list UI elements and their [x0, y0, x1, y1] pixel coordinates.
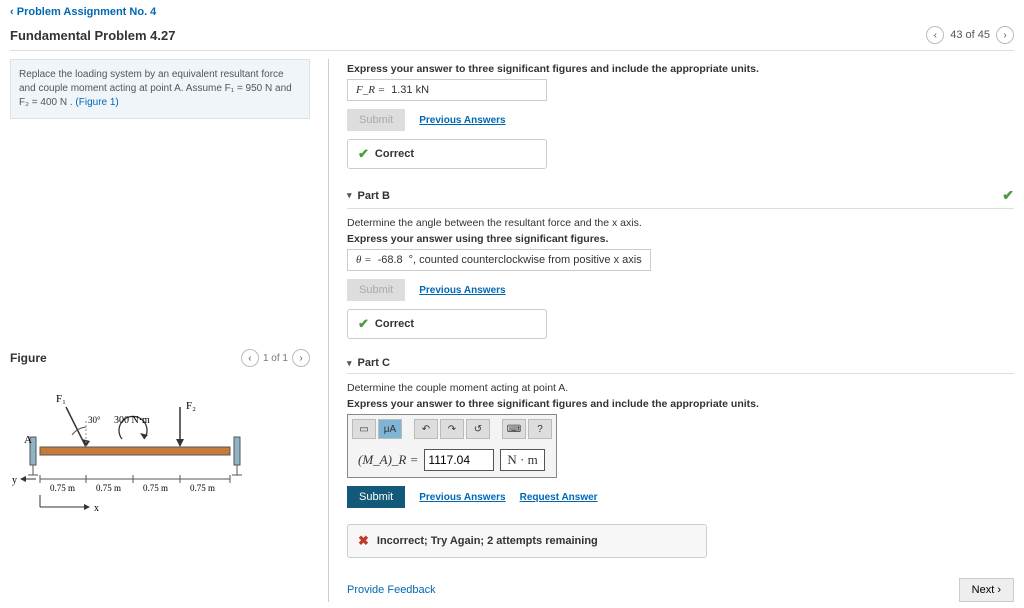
partb-symbol: θ =	[356, 254, 372, 266]
next-problem-button[interactable]: ›	[996, 26, 1014, 44]
parta-prev-answers-link[interactable]: Previous Answers	[419, 115, 505, 126]
svg-text:x: x	[94, 503, 99, 514]
partc-answer-panel: ▭ μA ↶ ↷ ↺ ⌨ ? (M_A)_R = N · m	[347, 414, 557, 478]
progress-text: 43 of 45	[950, 29, 990, 41]
tool-redo-icon[interactable]: ↷	[440, 419, 464, 439]
partb-instr: Express your answer using three signific…	[347, 233, 1014, 245]
tool-keyboard-icon[interactable]: ⌨	[502, 419, 526, 439]
partc-feedback-text: Incorrect; Try Again; 2 attempts remaini…	[377, 535, 598, 547]
tool-undo-icon[interactable]: ↶	[414, 419, 438, 439]
svg-text:30°: 30°	[88, 415, 101, 425]
figure-diagram: F₁ 30° F₂ 300 N·m A y 0.	[10, 367, 270, 517]
figure-label: Figure	[10, 351, 47, 365]
partb-answer-display: θ = -68.8 °, counted counterclockwise fr…	[347, 249, 651, 271]
svg-text:A: A	[24, 434, 32, 446]
figure-pos: 1 of 1	[263, 353, 288, 364]
tool-help-icon[interactable]: ?	[528, 419, 552, 439]
partc-submit-button[interactable]: Submit	[347, 486, 405, 508]
partb-submit-button: Submit	[347, 279, 405, 301]
cross-icon: ✖	[358, 533, 369, 549]
prev-problem-button[interactable]: ‹	[926, 26, 944, 44]
partc-title: Part C	[358, 357, 390, 369]
parta-feedback-text: Correct	[375, 148, 414, 160]
page-title: Fundamental Problem 4.27	[10, 28, 175, 43]
tool-template-icon[interactable]: ▭	[352, 419, 376, 439]
progress-nav: ‹ 43 of 45 ›	[926, 26, 1014, 44]
partc-symbol: (M_A)_R =	[358, 452, 418, 468]
svg-text:F₁: F₁	[56, 393, 66, 405]
check-icon: ✔	[1002, 187, 1014, 204]
svg-text:y: y	[12, 475, 17, 486]
partc-unit-input[interactable]: N · m	[500, 449, 544, 471]
check-icon: ✔	[358, 316, 369, 332]
parta-feedback: ✔ Correct	[347, 139, 547, 169]
partc-value-input[interactable]	[424, 449, 494, 471]
fig-prev-button[interactable]: ‹	[241, 349, 259, 367]
fig-next-button[interactable]: ›	[292, 349, 310, 367]
partc-question: Determine the couple moment acting at po…	[347, 382, 1014, 394]
partb-value: -68.8	[378, 254, 403, 266]
partb-header[interactable]: Part B ✔	[347, 187, 1014, 209]
partb-feedback: ✔ Correct	[347, 309, 547, 339]
partc-feedback: ✖ Incorrect; Try Again; 2 attempts remai…	[347, 524, 707, 558]
svg-text:0.75 m: 0.75 m	[190, 483, 215, 493]
svg-text:F₂: F₂	[186, 400, 196, 412]
svg-text:0.75 m: 0.75 m	[50, 483, 75, 493]
partb-question: Determine the angle between the resultan…	[347, 217, 1014, 229]
parta-instr: Express your answer to three significant…	[347, 63, 1014, 75]
provide-feedback-link[interactable]: Provide Feedback	[347, 584, 436, 596]
breadcrumb[interactable]: Problem Assignment No. 4	[10, 6, 1014, 18]
partb-prev-answers-link[interactable]: Previous Answers	[419, 285, 505, 296]
parta-answer-display: F_R = 1.31 kN	[347, 79, 547, 101]
check-icon: ✔	[358, 146, 369, 162]
partc-prev-answers-link[interactable]: Previous Answers	[419, 492, 505, 503]
partc-request-answer-link[interactable]: Request Answer	[520, 492, 598, 503]
figure-link[interactable]: (Figure 1)	[75, 97, 118, 108]
svg-text:0.75 m: 0.75 m	[96, 483, 121, 493]
parta-symbol: F_R =	[356, 84, 385, 96]
next-button[interactable]: Next ›	[959, 578, 1014, 602]
tool-units-icon[interactable]: μA	[378, 419, 402, 439]
parta-value: 1.31 kN	[391, 84, 429, 96]
partc-instr: Express your answer to three significant…	[347, 398, 1014, 410]
prompt-box: Replace the loading system by an equival…	[10, 59, 310, 119]
parta-submit-button: Submit	[347, 109, 405, 131]
partb-feedback-text: Correct	[375, 318, 414, 330]
prompt-text: Replace the loading system by an equival…	[19, 69, 292, 108]
partb-title: Part B	[358, 190, 390, 202]
math-toolbar: ▭ μA ↶ ↷ ↺ ⌨ ?	[348, 415, 556, 443]
tool-reset-icon[interactable]: ↺	[466, 419, 490, 439]
partc-header[interactable]: Part C	[347, 357, 1014, 374]
svg-text:300 N·m: 300 N·m	[114, 415, 150, 426]
svg-text:0.75 m: 0.75 m	[143, 483, 168, 493]
partb-unit: °, counted counterclockwise from positiv…	[409, 254, 642, 266]
